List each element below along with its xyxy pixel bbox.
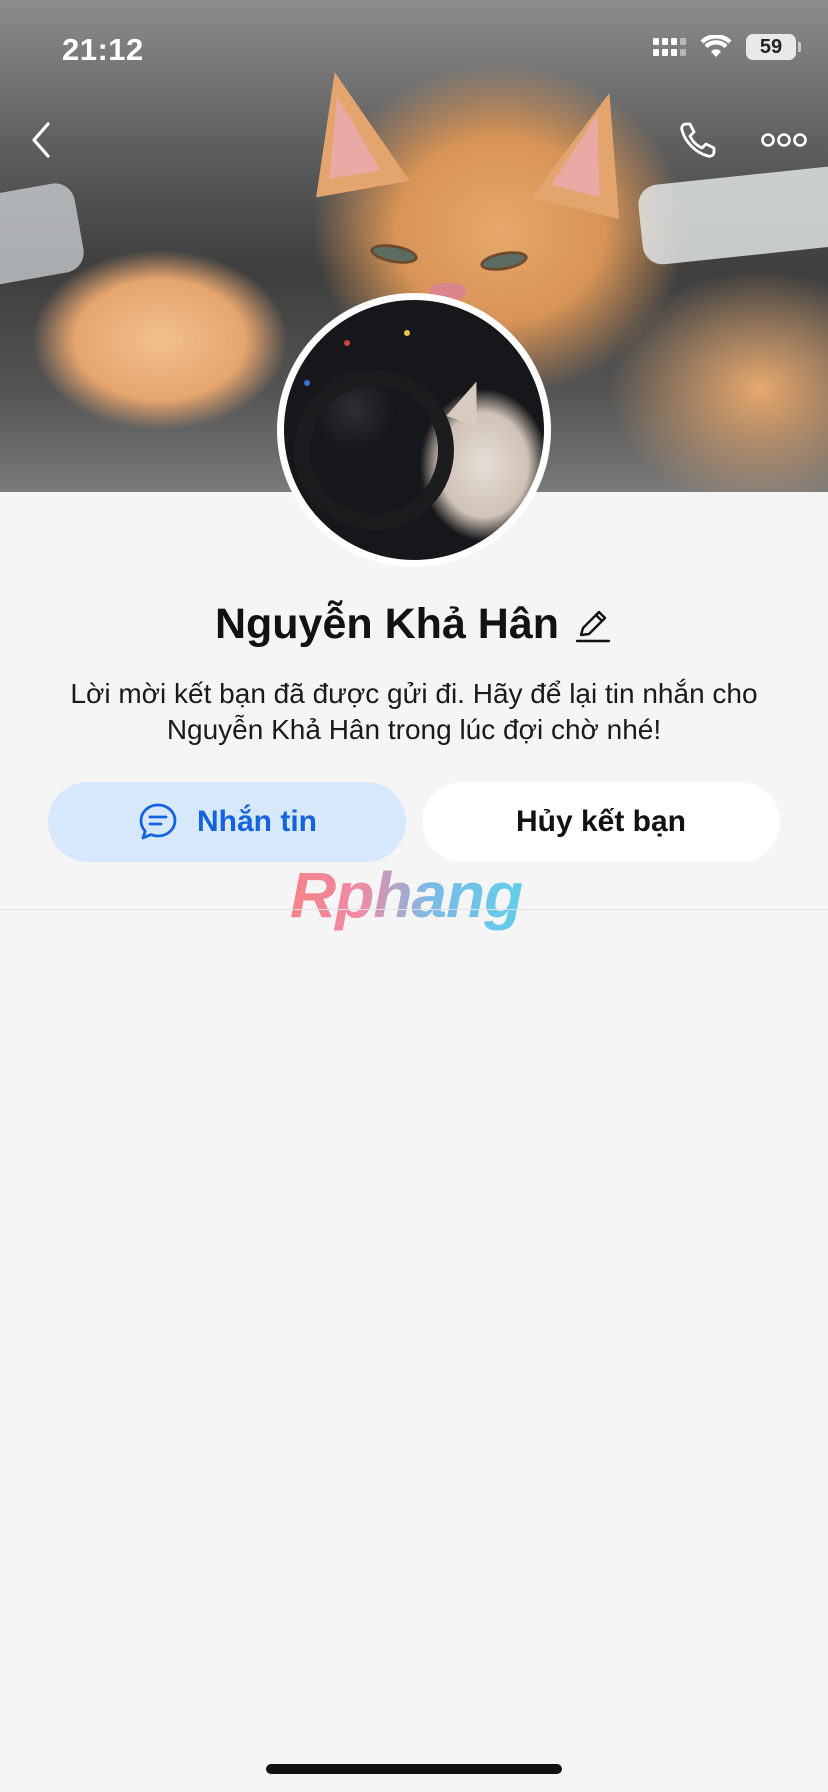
cover-window-left <box>0 180 87 290</box>
watermark: Rphang <box>290 859 523 931</box>
cancel-friend-request-button[interactable]: Hủy kết bạn <box>422 782 780 862</box>
avatar[interactable] <box>277 293 551 567</box>
phone-icon[interactable] <box>676 118 720 162</box>
avatar-steering-wheel <box>294 370 454 530</box>
avatar-cat-ear <box>446 376 490 426</box>
back-icon[interactable] <box>26 118 56 162</box>
avatar-light-dot <box>304 380 310 386</box>
home-indicator[interactable] <box>266 1764 562 1774</box>
more-dots-icon[interactable] <box>760 126 808 154</box>
friend-request-notice: Lời mời kết bạn đã được gửi đi. Hãy để l… <box>70 678 758 745</box>
message-button-label: Nhắn tin <box>197 805 317 838</box>
avatar-light-dot <box>404 330 410 336</box>
profile-name-row: Nguyễn Khả Hân <box>0 600 828 649</box>
cover-cat-eye-right <box>478 247 530 275</box>
status-time: 21:12 <box>62 32 144 67</box>
pencil-icon[interactable] <box>573 605 613 645</box>
wifi-icon <box>700 35 732 57</box>
avatar-light-dot <box>344 340 350 346</box>
status-icons: 59 <box>653 34 801 60</box>
profile-name: Nguyễn Khả Hân <box>214 600 560 648</box>
cover-cat-eye-left <box>368 240 420 268</box>
message-button[interactable]: Nhắn tin <box>48 782 406 862</box>
cover-window-right <box>636 163 828 267</box>
cancel-friend-request-label: Hủy kết bạn <box>515 805 687 838</box>
chat-bubble-icon <box>139 803 177 840</box>
section-divider <box>0 909 828 910</box>
battery-indicator: 59 <box>746 34 801 60</box>
cellular-signal-icon <box>653 38 686 56</box>
profile-screen: 21:12 59 Nguyễn Khả Hân Lời mời kết bạn … <box>0 0 828 1792</box>
